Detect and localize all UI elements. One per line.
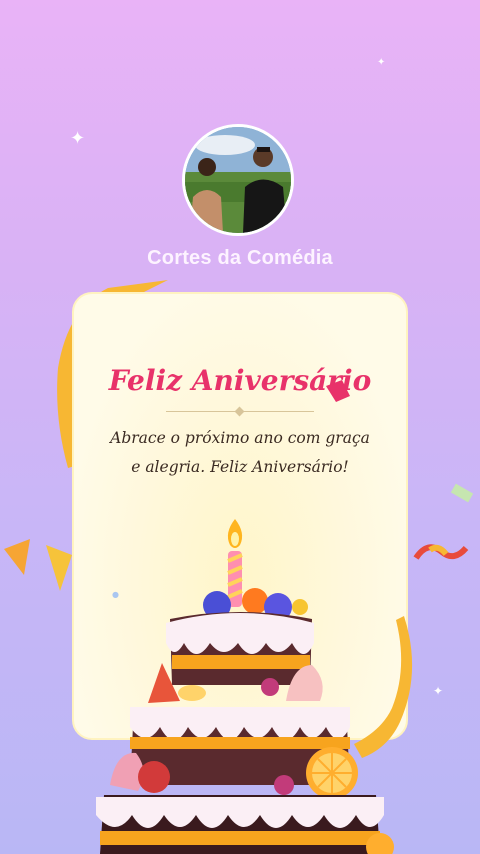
card-title: Feliz Aniversário	[108, 364, 372, 397]
channel-name[interactable]: Cortes da Comédia	[0, 247, 480, 270]
avatar[interactable]	[182, 124, 294, 236]
confetti-icon	[413, 483, 474, 560]
ribbon-icon	[4, 539, 72, 591]
sparkle-icon: ✦	[433, 684, 444, 698]
avatar-photo	[185, 127, 291, 233]
card-message: Abrace o próximo ano com graça e alegria…	[110, 429, 370, 476]
candle-icon	[227, 519, 243, 607]
birthday-cake-icon	[96, 519, 394, 854]
sparkle-icon: ✦	[70, 128, 86, 149]
sparkle-icon: ✦	[377, 57, 386, 68]
